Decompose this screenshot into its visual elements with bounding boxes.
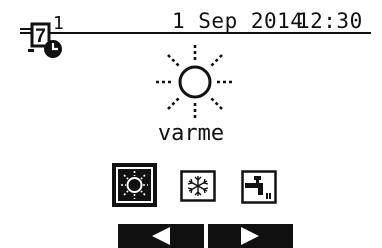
heating-mode-button[interactable] bbox=[112, 163, 157, 207]
snowflake-icon bbox=[180, 170, 216, 202]
controller-screen: 7 1 1 Sep 2014 12:30 varme bbox=[0, 0, 382, 248]
hot-water-mode-button[interactable] bbox=[241, 170, 277, 204]
sun-small-icon bbox=[116, 167, 153, 203]
header-date: 1 Sep 2014 bbox=[172, 9, 304, 33]
mode-label: varme bbox=[157, 121, 225, 146]
arrow-right-icon bbox=[241, 227, 259, 245]
previous-button[interactable] bbox=[118, 224, 204, 248]
timer-number: 1 bbox=[53, 13, 64, 34]
next-button[interactable] bbox=[208, 224, 293, 248]
arrow-left-icon bbox=[152, 227, 170, 245]
svg-text:7: 7 bbox=[35, 26, 46, 47]
sun-icon bbox=[156, 45, 234, 119]
tap-icon bbox=[241, 170, 277, 204]
cooling-mode-button[interactable] bbox=[180, 170, 216, 202]
header-time: 12:30 bbox=[297, 9, 363, 33]
